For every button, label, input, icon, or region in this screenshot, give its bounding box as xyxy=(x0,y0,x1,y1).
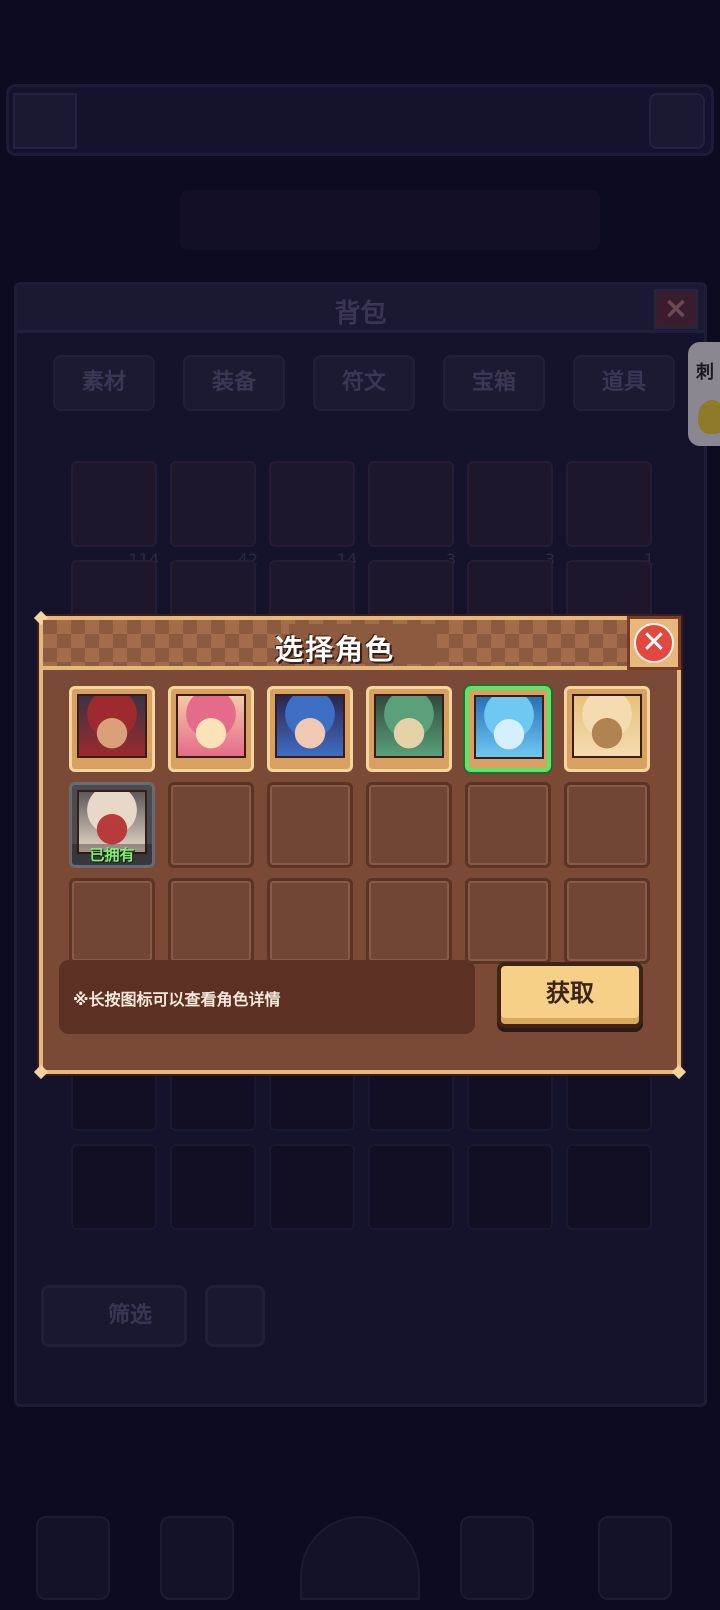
character-portrait xyxy=(275,694,345,758)
empty-character-slot xyxy=(267,782,353,868)
tab-equipment: 装备 xyxy=(183,355,285,411)
side-tab: 刺 xyxy=(688,342,720,446)
empty-character-slot xyxy=(366,878,452,964)
bag-item: 114 xyxy=(71,461,159,569)
character-slot-6[interactable] xyxy=(564,686,650,772)
settings-gear-icon xyxy=(649,93,705,149)
bag-item: 3 xyxy=(467,461,555,569)
bag-item: 14 xyxy=(269,461,357,569)
bag-close-icon: × xyxy=(654,289,698,329)
bag-item: 42 xyxy=(170,461,258,569)
hint-text: ※长按图标可以查看角色详情 xyxy=(73,990,281,1009)
bag-item: 1 xyxy=(566,461,654,569)
player-avatar xyxy=(13,93,77,149)
empty-character-slot xyxy=(267,878,353,964)
hint-box: ※长按图标可以查看角色详情 xyxy=(59,960,475,1034)
character-grid: 已拥有 xyxy=(69,686,650,964)
side-tab-label: 刺 xyxy=(696,362,714,383)
top-hud-bar xyxy=(6,84,714,156)
close-icon-glyph: ✕ xyxy=(641,625,667,660)
nav-button xyxy=(36,1516,110,1600)
character-portrait xyxy=(572,694,642,758)
character-slot-2[interactable] xyxy=(168,686,254,772)
sort-button xyxy=(205,1285,265,1347)
tab-chests: 宝箱 xyxy=(443,355,545,411)
bag-tabs: 素材 装备 符文 宝箱 道具 xyxy=(53,355,703,413)
character-slot-3[interactable] xyxy=(267,686,353,772)
bag-item xyxy=(467,1144,553,1230)
character-portrait xyxy=(77,694,147,758)
empty-character-slot xyxy=(465,878,551,964)
bottom-nav xyxy=(0,1500,720,1610)
tab-materials: 素材 xyxy=(53,355,155,411)
bag-item xyxy=(566,1144,652,1230)
tab-items: 道具 xyxy=(573,355,675,411)
close-icon[interactable]: ✕ xyxy=(634,623,674,663)
empty-character-slot xyxy=(69,878,155,964)
bag-item xyxy=(71,1144,157,1230)
tab-runes: 符文 xyxy=(313,355,415,411)
nav-button-center xyxy=(300,1516,420,1600)
character-slot-7[interactable]: 已拥有 xyxy=(69,782,155,868)
character-slot-1[interactable] xyxy=(69,686,155,772)
close-button[interactable]: ✕ xyxy=(627,616,681,670)
bag-item xyxy=(269,1144,355,1230)
character-portrait xyxy=(474,695,544,759)
bag-item: 3 xyxy=(368,461,456,569)
hud-secondary-row xyxy=(180,190,600,250)
bag-item xyxy=(368,1144,454,1230)
bag-title: 背包 xyxy=(334,299,387,329)
character-slot-5[interactable] xyxy=(465,686,551,772)
owned-label: 已拥有 xyxy=(72,844,152,865)
nav-button xyxy=(598,1516,672,1600)
empty-character-slot xyxy=(366,782,452,868)
filter-button: 筛选 xyxy=(41,1285,187,1347)
character-slot-4[interactable] xyxy=(366,686,452,772)
empty-character-slot xyxy=(465,782,551,868)
dialog-header: 选择角色 xyxy=(43,620,627,670)
side-tab-character-icon xyxy=(698,400,720,434)
character-portrait xyxy=(176,694,246,758)
bag-header: 背包 × xyxy=(17,285,704,333)
empty-character-slot xyxy=(564,782,650,868)
empty-character-slot xyxy=(168,782,254,868)
character-portrait xyxy=(374,694,444,758)
bag-bottom-bar: 筛选 xyxy=(41,1285,271,1347)
dialog-title: 选择角色 xyxy=(274,633,395,666)
empty-character-slot xyxy=(564,878,650,964)
nav-button xyxy=(160,1516,234,1600)
select-character-dialog: 选择角色 ✕ 已拥有 ※长按图标可以查看角色详情 获取 xyxy=(33,610,687,1080)
bag-item xyxy=(170,1144,256,1230)
nav-button xyxy=(460,1516,534,1600)
get-button[interactable]: 获取 xyxy=(497,962,643,1028)
empty-character-slot xyxy=(168,878,254,964)
